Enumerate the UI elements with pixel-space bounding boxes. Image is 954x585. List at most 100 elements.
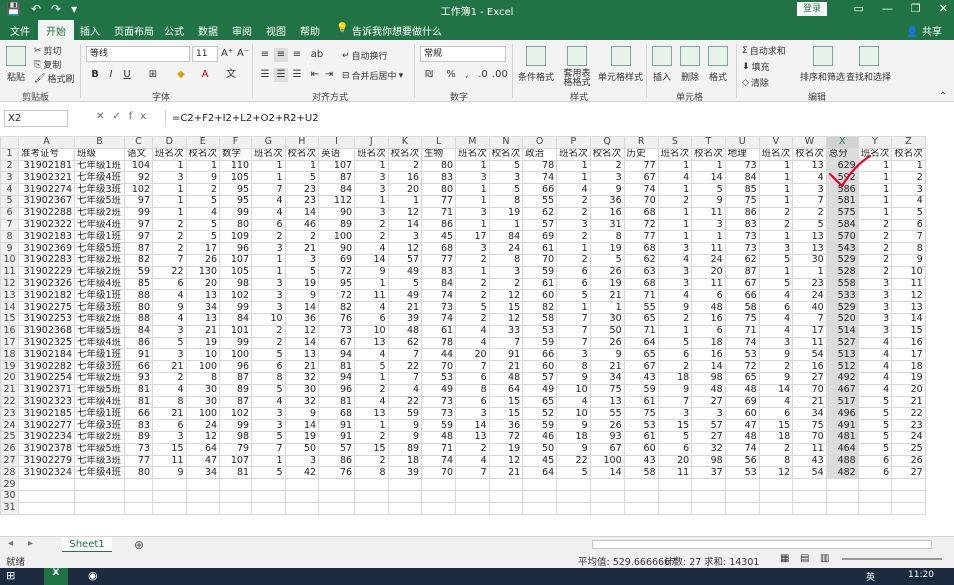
share-button[interactable]: 👤 共享: [906, 23, 942, 38]
cell[interactable]: [387, 501, 423, 515]
cell[interactable]: 2: [556, 230, 591, 244]
cell[interactable]: 66: [522, 348, 558, 362]
header-cell[interactable]: 校名次: [387, 147, 423, 161]
cell[interactable]: 9: [758, 348, 794, 362]
cell[interactable]: 3: [857, 301, 893, 314]
cell[interactable]: 66: [724, 289, 760, 303]
row-header[interactable]: 11: [0, 265, 19, 279]
cell[interactable]: 7: [792, 194, 827, 208]
cell[interactable]: 1: [758, 159, 794, 173]
cell[interactable]: 9: [657, 383, 693, 397]
cell[interactable]: 6: [455, 395, 490, 409]
cell[interactable]: 27: [792, 371, 827, 385]
cell[interactable]: 14: [387, 218, 423, 232]
cell[interactable]: 4: [792, 171, 827, 185]
row-header[interactable]: 3: [0, 171, 19, 185]
cell[interactable]: 21: [891, 395, 926, 409]
cell[interactable]: 3: [488, 171, 524, 185]
cell[interactable]: 4: [758, 289, 794, 303]
cell[interactable]: 3: [152, 324, 187, 338]
cell[interactable]: 16: [387, 171, 423, 185]
cell[interactable]: 53: [421, 371, 457, 385]
cell[interactable]: 81: [219, 466, 253, 480]
sheet-nav-next-icon[interactable]: ▸: [28, 538, 33, 549]
cell[interactable]: 89: [318, 218, 356, 232]
cell[interactable]: 75: [724, 194, 760, 208]
cell[interactable]: 31902229: [18, 265, 75, 279]
cell[interactable]: 30: [792, 253, 827, 267]
cell[interactable]: 68: [318, 407, 356, 421]
cell[interactable]: 19: [284, 430, 320, 444]
cell[interactable]: 1: [251, 454, 286, 468]
cell[interactable]: 七年级3班: [74, 183, 125, 196]
cell[interactable]: 13: [792, 242, 827, 255]
row-header[interactable]: 31: [0, 501, 19, 515]
currency-icon[interactable]: ₪: [422, 68, 436, 82]
cell[interactable]: 七年级5班: [74, 242, 125, 255]
cell[interactable]: 6: [152, 419, 187, 432]
tab-file[interactable]: 文件: [10, 23, 30, 38]
align-bottom-icon[interactable]: ≡: [290, 48, 304, 62]
cell[interactable]: 488: [825, 454, 859, 468]
row-header[interactable]: 1: [0, 147, 19, 161]
cell[interactable]: [623, 501, 659, 515]
cell[interactable]: 59: [522, 419, 558, 432]
cell[interactable]: 95: [219, 183, 253, 196]
cell[interactable]: 4: [354, 348, 389, 362]
cell[interactable]: 83: [421, 171, 457, 185]
cell[interactable]: 86: [124, 336, 153, 350]
cell[interactable]: 1: [657, 159, 693, 173]
cell[interactable]: 七年级4班: [74, 218, 125, 232]
cell[interactable]: 6: [556, 265, 591, 279]
cell[interactable]: 42: [284, 466, 320, 480]
cell[interactable]: 1: [387, 194, 423, 208]
cell[interactable]: 82: [522, 301, 558, 314]
cell[interactable]: 8: [251, 371, 286, 385]
cell[interactable]: 七年级5班: [74, 442, 125, 456]
cell[interactable]: 512: [825, 360, 859, 373]
cell[interactable]: [284, 478, 320, 491]
cell[interactable]: 1: [284, 159, 320, 173]
cell[interactable]: 94: [318, 371, 356, 385]
cell[interactable]: 1: [758, 183, 794, 196]
cell[interactable]: 7: [387, 371, 423, 385]
cell[interactable]: 5: [455, 301, 490, 314]
cell[interactable]: 31902288: [18, 206, 75, 220]
cell[interactable]: 93: [589, 430, 625, 444]
cell[interactable]: 90: [318, 206, 356, 220]
cell[interactable]: 517: [825, 395, 859, 409]
cell[interactable]: 3: [251, 419, 286, 432]
bold-icon[interactable]: B: [88, 68, 102, 82]
cell[interactable]: 2: [354, 230, 389, 244]
cell[interactable]: 130: [185, 265, 221, 279]
cell[interactable]: 77: [623, 230, 659, 244]
cell[interactable]: [522, 501, 558, 515]
cell[interactable]: 26: [589, 419, 625, 432]
cell[interactable]: 67: [623, 171, 659, 185]
cell[interactable]: 57: [691, 419, 726, 432]
cell[interactable]: 100: [185, 360, 221, 373]
cell[interactable]: 14: [284, 206, 320, 220]
cell[interactable]: 58: [522, 312, 558, 326]
cell[interactable]: 93: [124, 371, 153, 385]
header-cell[interactable]: 校名次: [891, 147, 926, 161]
cell[interactable]: 2: [589, 159, 625, 173]
cell[interactable]: 89: [219, 383, 253, 397]
cell[interactable]: 81: [124, 383, 153, 397]
phonetic-icon[interactable]: 文: [224, 68, 238, 82]
cell[interactable]: [251, 501, 286, 515]
cell[interactable]: [556, 489, 591, 503]
cell[interactable]: 75: [589, 383, 625, 397]
cell[interactable]: 72: [318, 265, 356, 279]
cell[interactable]: 88: [124, 289, 153, 303]
cell[interactable]: 4: [657, 289, 693, 303]
cell[interactable]: 15: [488, 301, 524, 314]
cell[interactable]: 17: [792, 324, 827, 338]
cell[interactable]: 1: [251, 171, 286, 185]
cell[interactable]: 60: [724, 407, 760, 421]
cell[interactable]: 104: [124, 159, 153, 173]
cell[interactable]: 8: [758, 454, 794, 468]
cell[interactable]: [124, 501, 153, 515]
row-header[interactable]: 13: [0, 289, 19, 303]
cell[interactable]: 1: [657, 218, 693, 232]
